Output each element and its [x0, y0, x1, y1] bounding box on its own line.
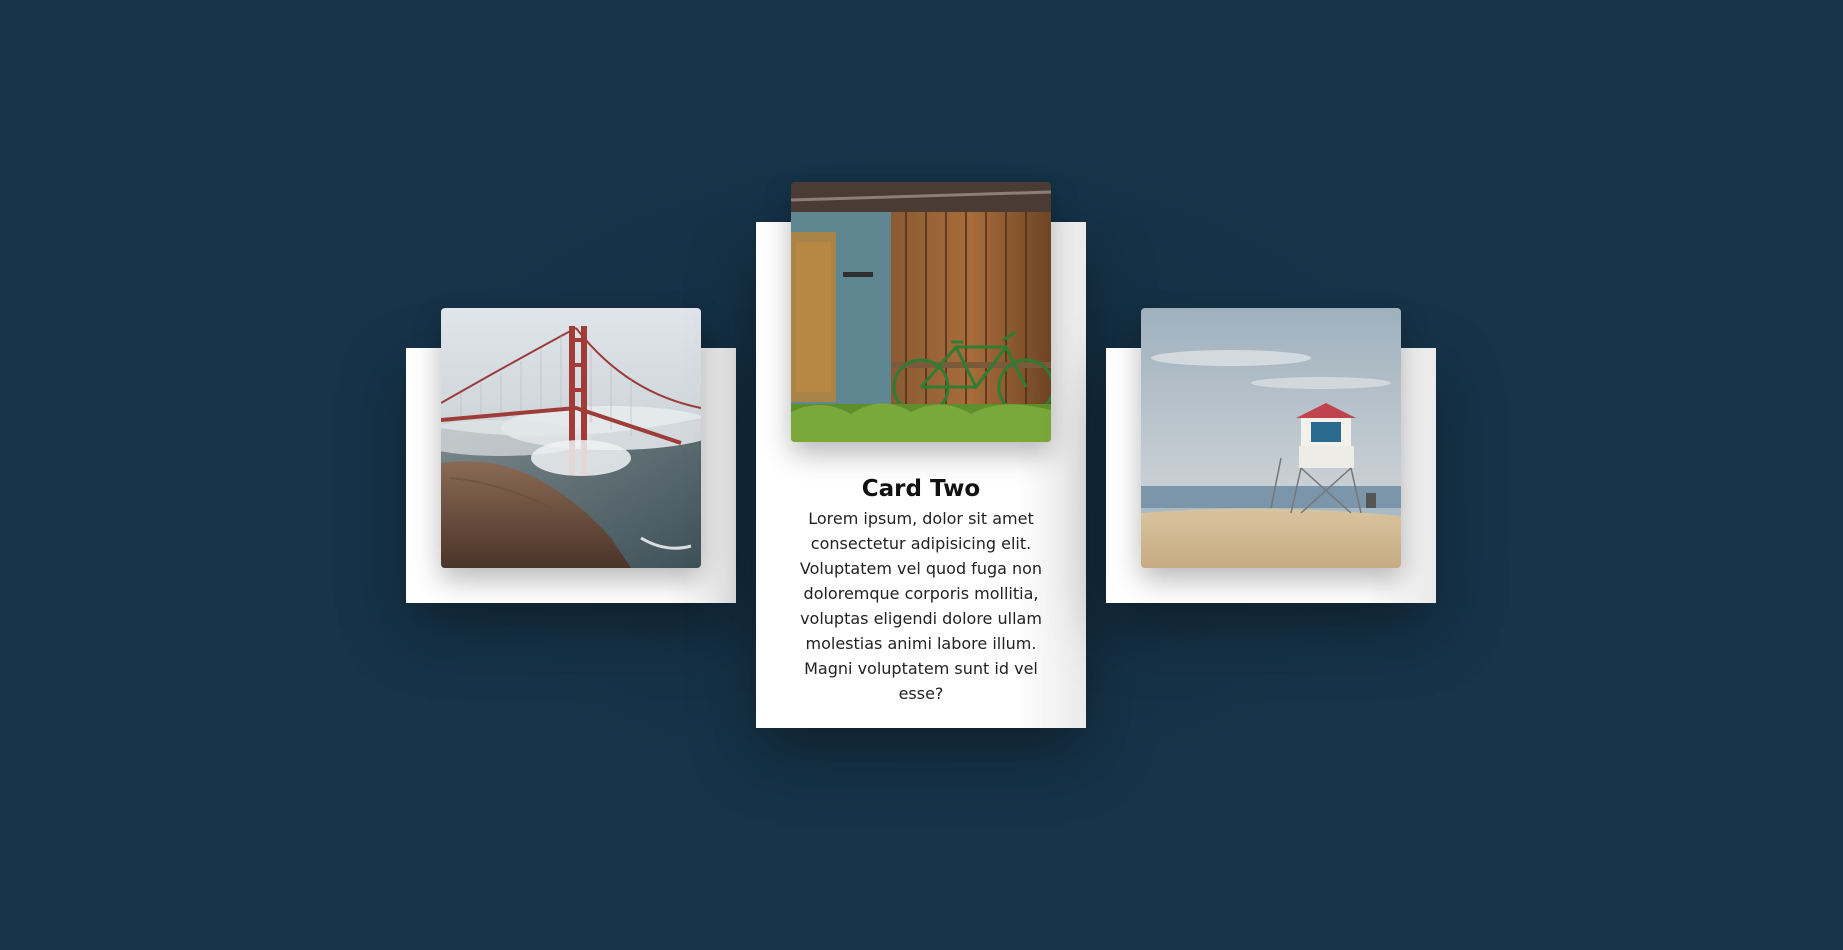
lifeguard-tower-image — [1141, 308, 1401, 568]
page-background: Card Two Lorem ipsum, dolor sit amet con… — [0, 0, 1843, 950]
golden-gate-bridge-image — [441, 308, 701, 568]
card-description: Lorem ipsum, dolor sit amet consectetur … — [799, 509, 1043, 703]
card-title: Card Two — [861, 476, 981, 502]
card-content: Card Two Lorem ipsum, dolor sit amet con… — [756, 474, 1086, 706]
wooden-shed-bicycle-image — [791, 182, 1051, 442]
